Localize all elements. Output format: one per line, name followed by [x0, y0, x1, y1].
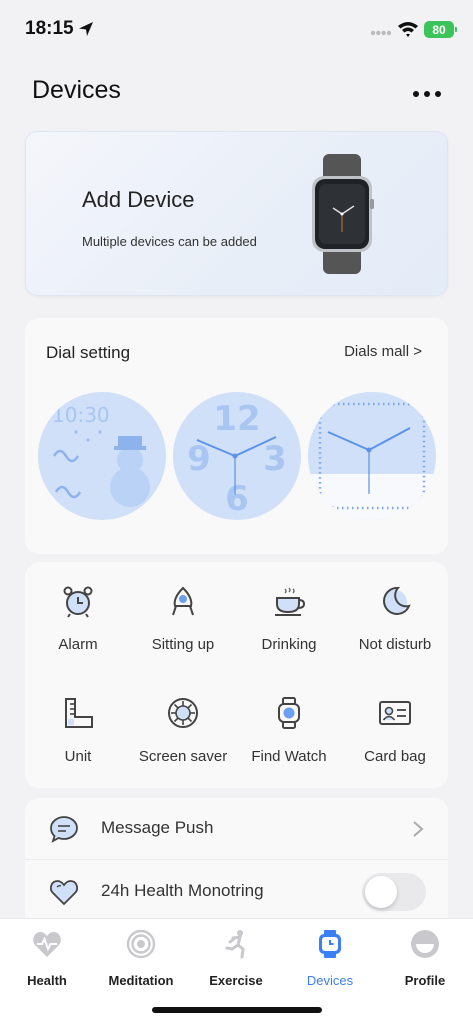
tab-exercise[interactable]: Exercise [189, 927, 283, 988]
status-bar: 18:15 80 [0, 0, 473, 58]
dial-number-6: 6 [225, 479, 249, 519]
feature-not-disturb[interactable]: Not disturb [342, 562, 448, 653]
battery-level: 80 [432, 22, 446, 37]
coffee-cup-icon [275, 587, 306, 616]
screen-saver-icon [168, 698, 198, 728]
status-time: 18:15 [25, 18, 74, 39]
dial-number-3: 3 [263, 439, 287, 479]
feature-label: Drinking [261, 636, 317, 653]
feature-label: Not disturb [358, 636, 432, 653]
toggle-knob [365, 876, 397, 908]
dial-analog[interactable] [308, 392, 436, 520]
feature-label: Screen saver [138, 748, 228, 765]
health-monitoring-toggle[interactable] [362, 873, 426, 911]
dial-big-numbers-graphic: 12 9 3 6 [187, 399, 287, 519]
feature-label: Sitting up [151, 636, 215, 653]
health-monitoring-row: 24h Health Monotring [25, 861, 448, 923]
message-push-row[interactable]: Message Push [25, 798, 448, 860]
id-card-icon [379, 701, 411, 725]
running-icon [225, 930, 245, 959]
watch-tab-icon [319, 930, 341, 958]
feature-drinking[interactable]: Drinking [236, 562, 342, 653]
sitting-up-icon [172, 586, 194, 616]
dial-snowman-graphic: 10:30 [52, 403, 150, 507]
dial-setting-card: Dial setting Dials mall > 10:30 12 9 3 6 [25, 318, 448, 554]
feature-card-bag[interactable]: Card bag [342, 674, 448, 765]
chat-bubble-icon [50, 816, 78, 843]
feature-label: Unit [64, 748, 92, 765]
tab-label: Profile [404, 973, 446, 988]
alarm-clock-icon [63, 586, 93, 618]
battery-icon: 80 [424, 21, 457, 38]
meditation-icon [126, 929, 156, 959]
more-dots-icon[interactable] [408, 84, 446, 104]
dial-time-text: 10:30 [52, 403, 110, 427]
signal-icon [370, 30, 392, 36]
page-title: Devices [32, 76, 121, 104]
location-arrow-icon [79, 22, 93, 36]
tab-devices[interactable]: Devices [283, 927, 377, 988]
tab-bar: Health Meditation Exercise Devices Profi… [0, 918, 473, 1024]
settings-list: Message Push 24h Health Monotring [25, 798, 448, 938]
dial-number-12: 12 [213, 399, 260, 439]
feature-unit[interactable]: Unit [25, 674, 131, 765]
dial-setting-title: Dial setting [46, 343, 131, 362]
ruler-icon [65, 698, 93, 728]
tab-label: Exercise [209, 973, 263, 988]
feature-label: Alarm [58, 636, 98, 653]
feature-label: Card bag [364, 748, 426, 765]
heart-tab-icon [33, 932, 61, 957]
dial-big-numbers[interactable]: 12 9 3 6 [173, 392, 301, 520]
dials-mall-link[interactable]: Dials mall > [344, 343, 422, 360]
feature-screen-saver[interactable]: Screen saver [130, 674, 236, 765]
add-device-title: Add Device [82, 187, 195, 212]
watch-icon [278, 697, 300, 729]
tab-meditation[interactable]: Meditation [94, 927, 188, 988]
feature-sitting-up[interactable]: Sitting up [130, 562, 236, 653]
home-indicator [152, 1007, 322, 1013]
tab-health[interactable]: Health [0, 927, 94, 988]
moon-icon [383, 586, 411, 615]
wifi-icon [398, 22, 418, 37]
health-monitoring-label: 24h Health Monotring [101, 881, 264, 900]
tab-profile[interactable]: Profile [378, 927, 472, 988]
add-device-subtitle: Multiple devices can be added [82, 234, 257, 249]
tab-label: Devices [306, 973, 354, 988]
smartwatch-image [312, 154, 374, 274]
dial-analog-graphic [308, 392, 436, 520]
dial-snowman[interactable]: 10:30 [38, 392, 166, 520]
tab-label: Meditation [108, 973, 174, 988]
tab-label: Health [27, 973, 67, 988]
add-device-card[interactable]: Add Device Multiple devices can be added [25, 131, 448, 296]
feature-alarm[interactable]: Alarm [25, 562, 131, 653]
feature-label: Find Watch [251, 748, 327, 765]
chevron-right-icon [413, 821, 424, 837]
heart-icon [50, 880, 78, 906]
message-push-label: Message Push [101, 818, 214, 837]
profile-icon [411, 930, 439, 958]
features-grid: Alarm Sitting up Drinking Not disturb Un… [25, 562, 448, 788]
feature-find-watch[interactable]: Find Watch [236, 674, 342, 765]
